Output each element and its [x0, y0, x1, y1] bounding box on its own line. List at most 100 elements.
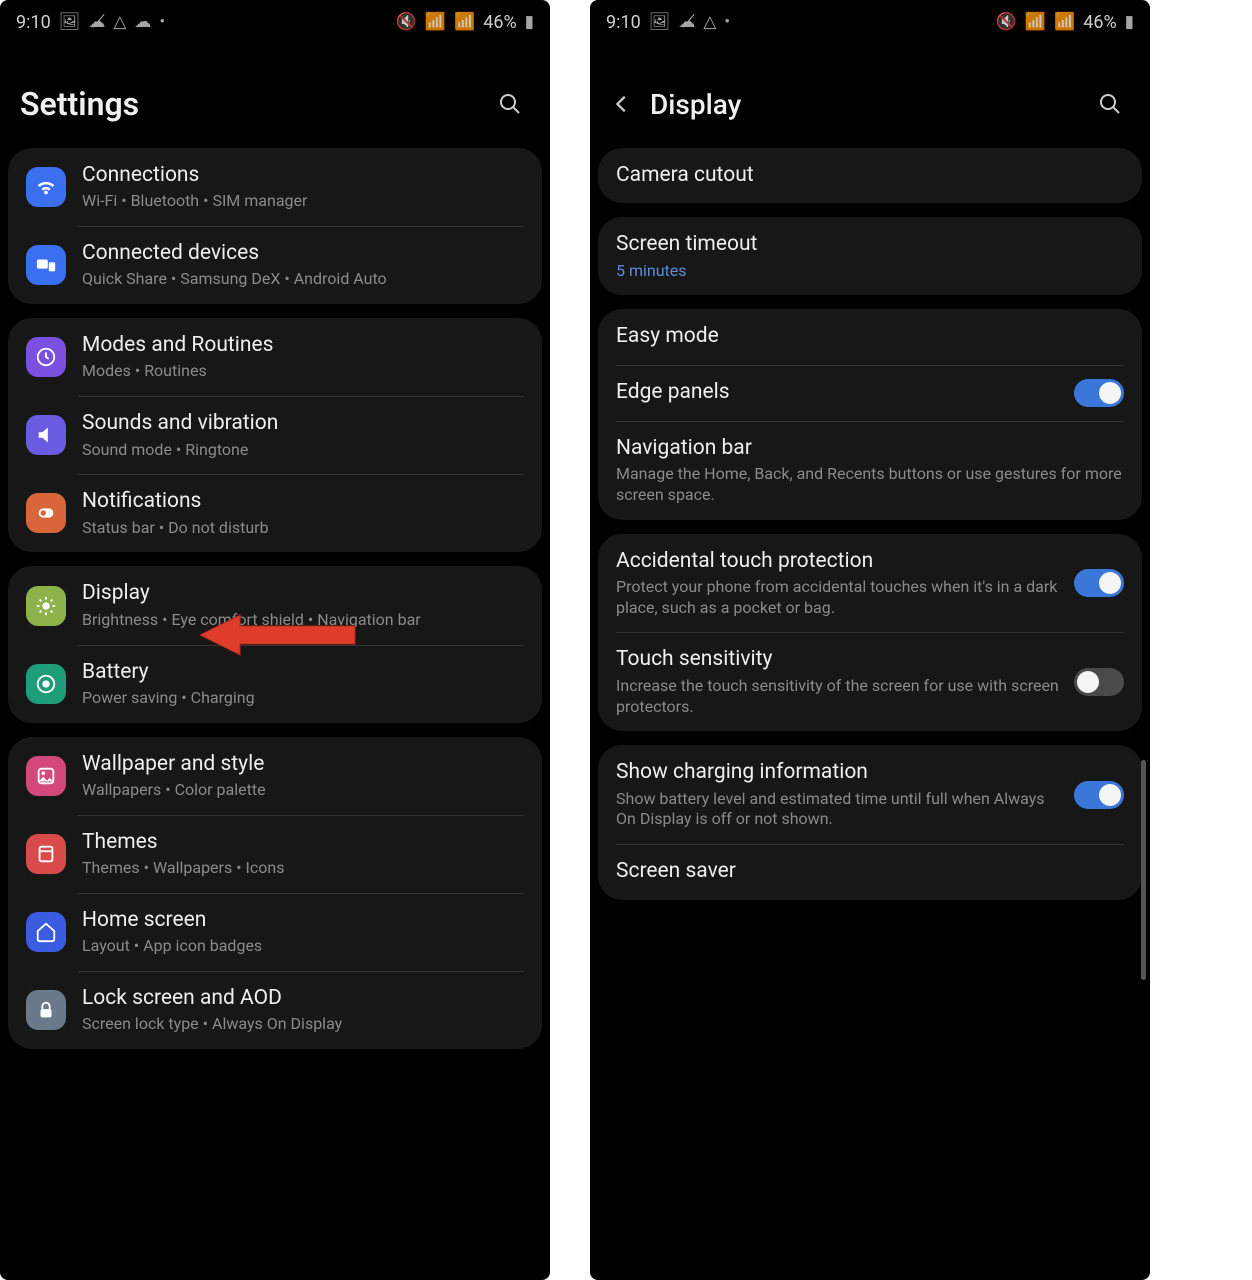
search-button[interactable]: [1090, 84, 1130, 124]
row-title: Easy mode: [616, 323, 1124, 350]
mute-icon: 🔇: [396, 12, 417, 32]
display-group: Easy mode Edge panels Navigation barManage…: [598, 309, 1142, 519]
status-time: 9:10: [16, 12, 51, 33]
row-sub: Protect your phone from accidental touch…: [616, 577, 1062, 619]
row-title: Show charging information: [616, 759, 1062, 786]
row-title: Edge panels: [616, 379, 1062, 406]
wifi-icon: 📶: [1025, 12, 1046, 32]
themes-icon: [26, 834, 66, 874]
settings-item-connections[interactable]: ConnectionsWi-Fi • Bluetooth • SIM manag…: [8, 148, 542, 226]
battery-icon: [26, 664, 66, 704]
row-text: Camera cutout: [616, 162, 1124, 189]
settings-item-home-screen[interactable]: Home screenLayout • App icon badges: [8, 893, 542, 971]
settings-item-connected-devices[interactable]: Connected devicesQuick Share • Samsung D…: [8, 226, 542, 304]
toggle-edge-panels[interactable]: [1074, 379, 1124, 407]
toggle-charging-info[interactable]: [1074, 781, 1124, 809]
lock-icon: [26, 990, 66, 1030]
display-item-easy-mode[interactable]: Easy mode: [598, 309, 1142, 364]
page-title: Display: [650, 88, 1090, 121]
row-title: Screen timeout: [616, 231, 1124, 258]
display-item-touch-sensitivity[interactable]: Touch sensitivityIncrease the touch sens…: [598, 632, 1142, 731]
display-item-navigation-bar[interactable]: Navigation barManage the Home, Back, and…: [598, 421, 1142, 520]
display-list[interactable]: Camera cutout Screen timeout 5 minutes Easy…: [590, 148, 1150, 1280]
row-text: NotificationsStatus bar • Do not disturb: [82, 488, 524, 538]
row-title: Notifications: [82, 488, 524, 515]
row-text: ConnectionsWi-Fi • Bluetooth • SIM manag…: [82, 162, 524, 212]
drive-icon: △: [703, 12, 716, 32]
status-bar: 9:10 🖼 ☁̸ △ • 🔇 📶 📶 46% ▮: [590, 0, 1150, 44]
display-item-edge-panels[interactable]: Edge panels: [598, 365, 1142, 421]
row-title: Home screen: [82, 907, 524, 934]
row-title: Lock screen and AOD: [82, 985, 524, 1012]
row-text: Connected devicesQuick Share • Samsung D…: [82, 240, 524, 290]
row-sub: Power saving • Charging: [82, 688, 524, 709]
row-title: Screen saver: [616, 858, 1124, 885]
display-item-camera-cutout[interactable]: Camera cutout: [598, 148, 1142, 203]
row-sub: Quick Share • Samsung DeX • Android Auto: [82, 269, 524, 290]
row-text: Home screenLayout • App icon badges: [82, 907, 524, 957]
toggle-touch-sensitivity[interactable]: [1074, 668, 1124, 696]
settings-item-battery[interactable]: BatteryPower saving • Charging: [8, 645, 542, 723]
row-sub: 5 minutes: [616, 261, 1124, 282]
status-time: 9:10: [606, 12, 641, 33]
display-group: Camera cutout: [598, 148, 1142, 203]
row-sub: Sound mode • Ringtone: [82, 440, 524, 461]
settings-item-modes-routines[interactable]: Modes and RoutinesModes • Routines: [8, 318, 542, 396]
row-sub: Brightness • Eye comfort shield • Naviga…: [82, 610, 524, 631]
mute-icon: 🔇: [996, 12, 1017, 32]
row-title: Connections: [82, 162, 524, 189]
row-text: Accidental touch protectionProtect your …: [616, 548, 1062, 619]
devices-icon: [26, 245, 66, 285]
settings-item-display[interactable]: Display Brightness • Eye comfort shield •…: [8, 566, 542, 644]
dot-icon: •: [724, 12, 730, 32]
row-title: Battery: [82, 659, 524, 686]
row-sub: Show battery level and estimated time un…: [616, 789, 1062, 831]
row-text: Lock screen and AODScreen lock type • Al…: [82, 985, 524, 1035]
display-item-screen-timeout[interactable]: Screen timeout 5 minutes: [598, 217, 1142, 295]
row-title: Connected devices: [82, 240, 524, 267]
wifi-icon: 📶: [425, 12, 446, 32]
display-group: Accidental touch protectionProtect your …: [598, 534, 1142, 732]
row-text: Screen timeout 5 minutes: [616, 231, 1124, 281]
row-title: Sounds and vibration: [82, 410, 524, 437]
settings-group: Display Brightness • Eye comfort shield •…: [8, 566, 542, 722]
settings-header: Settings: [0, 44, 550, 148]
row-title: Touch sensitivity: [616, 646, 1062, 673]
signal-icon: 📶: [454, 12, 475, 32]
settings-group: ConnectionsWi-Fi • Bluetooth • SIM manag…: [8, 148, 542, 304]
battery-icon: ▮: [525, 12, 534, 32]
row-title: Navigation bar: [616, 435, 1124, 462]
scroll-indicator[interactable]: [1141, 760, 1146, 980]
row-sub: Manage the Home, Back, and Recents butto…: [616, 464, 1124, 506]
cloud-off-icon: ☁̸: [88, 12, 105, 32]
row-title: Wallpaper and style: [82, 751, 524, 778]
image-icon: 🖼: [59, 12, 81, 32]
routine-icon: [26, 337, 66, 377]
wifi-icon: [26, 167, 66, 207]
row-text: Easy mode: [616, 323, 1124, 350]
display-group: Screen timeout 5 minutes: [598, 217, 1142, 295]
settings-item-lock-screen[interactable]: Lock screen and AODScreen lock type • Al…: [8, 971, 542, 1049]
settings-item-wallpaper[interactable]: Wallpaper and styleWallpapers • Color pa…: [8, 737, 542, 815]
toggle-accidental-touch[interactable]: [1074, 569, 1124, 597]
row-text: Screen saver: [616, 858, 1124, 885]
search-button[interactable]: [490, 84, 530, 124]
image-icon: 🖼: [649, 12, 671, 32]
row-text: Modes and RoutinesModes • Routines: [82, 332, 524, 382]
display-item-screen-saver[interactable]: Screen saver: [598, 844, 1142, 899]
back-button[interactable]: [602, 84, 642, 124]
display-item-charging-info[interactable]: Show charging information Show battery le…: [598, 745, 1142, 844]
status-battery: 46%: [1083, 12, 1116, 33]
row-sub: Layout • App icon badges: [82, 936, 524, 957]
settings-item-sounds[interactable]: Sounds and vibration Sound mode • Rington…: [8, 396, 542, 474]
signal-icon: 📶: [1054, 12, 1075, 32]
settings-item-notifications[interactable]: NotificationsStatus bar • Do not disturb: [8, 474, 542, 552]
row-text: Navigation barManage the Home, Back, and…: [616, 435, 1124, 506]
settings-list[interactable]: ConnectionsWi-Fi • Bluetooth • SIM manag…: [0, 148, 550, 1280]
settings-item-themes[interactable]: ThemesThemes • Wallpapers • Icons: [8, 815, 542, 893]
cloud-icon: ☁: [134, 12, 151, 32]
row-title: Modes and Routines: [82, 332, 524, 359]
display-item-accidental-touch[interactable]: Accidental touch protectionProtect your …: [598, 534, 1142, 633]
battery-icon: ▮: [1125, 12, 1134, 32]
row-title: Display: [82, 580, 524, 607]
